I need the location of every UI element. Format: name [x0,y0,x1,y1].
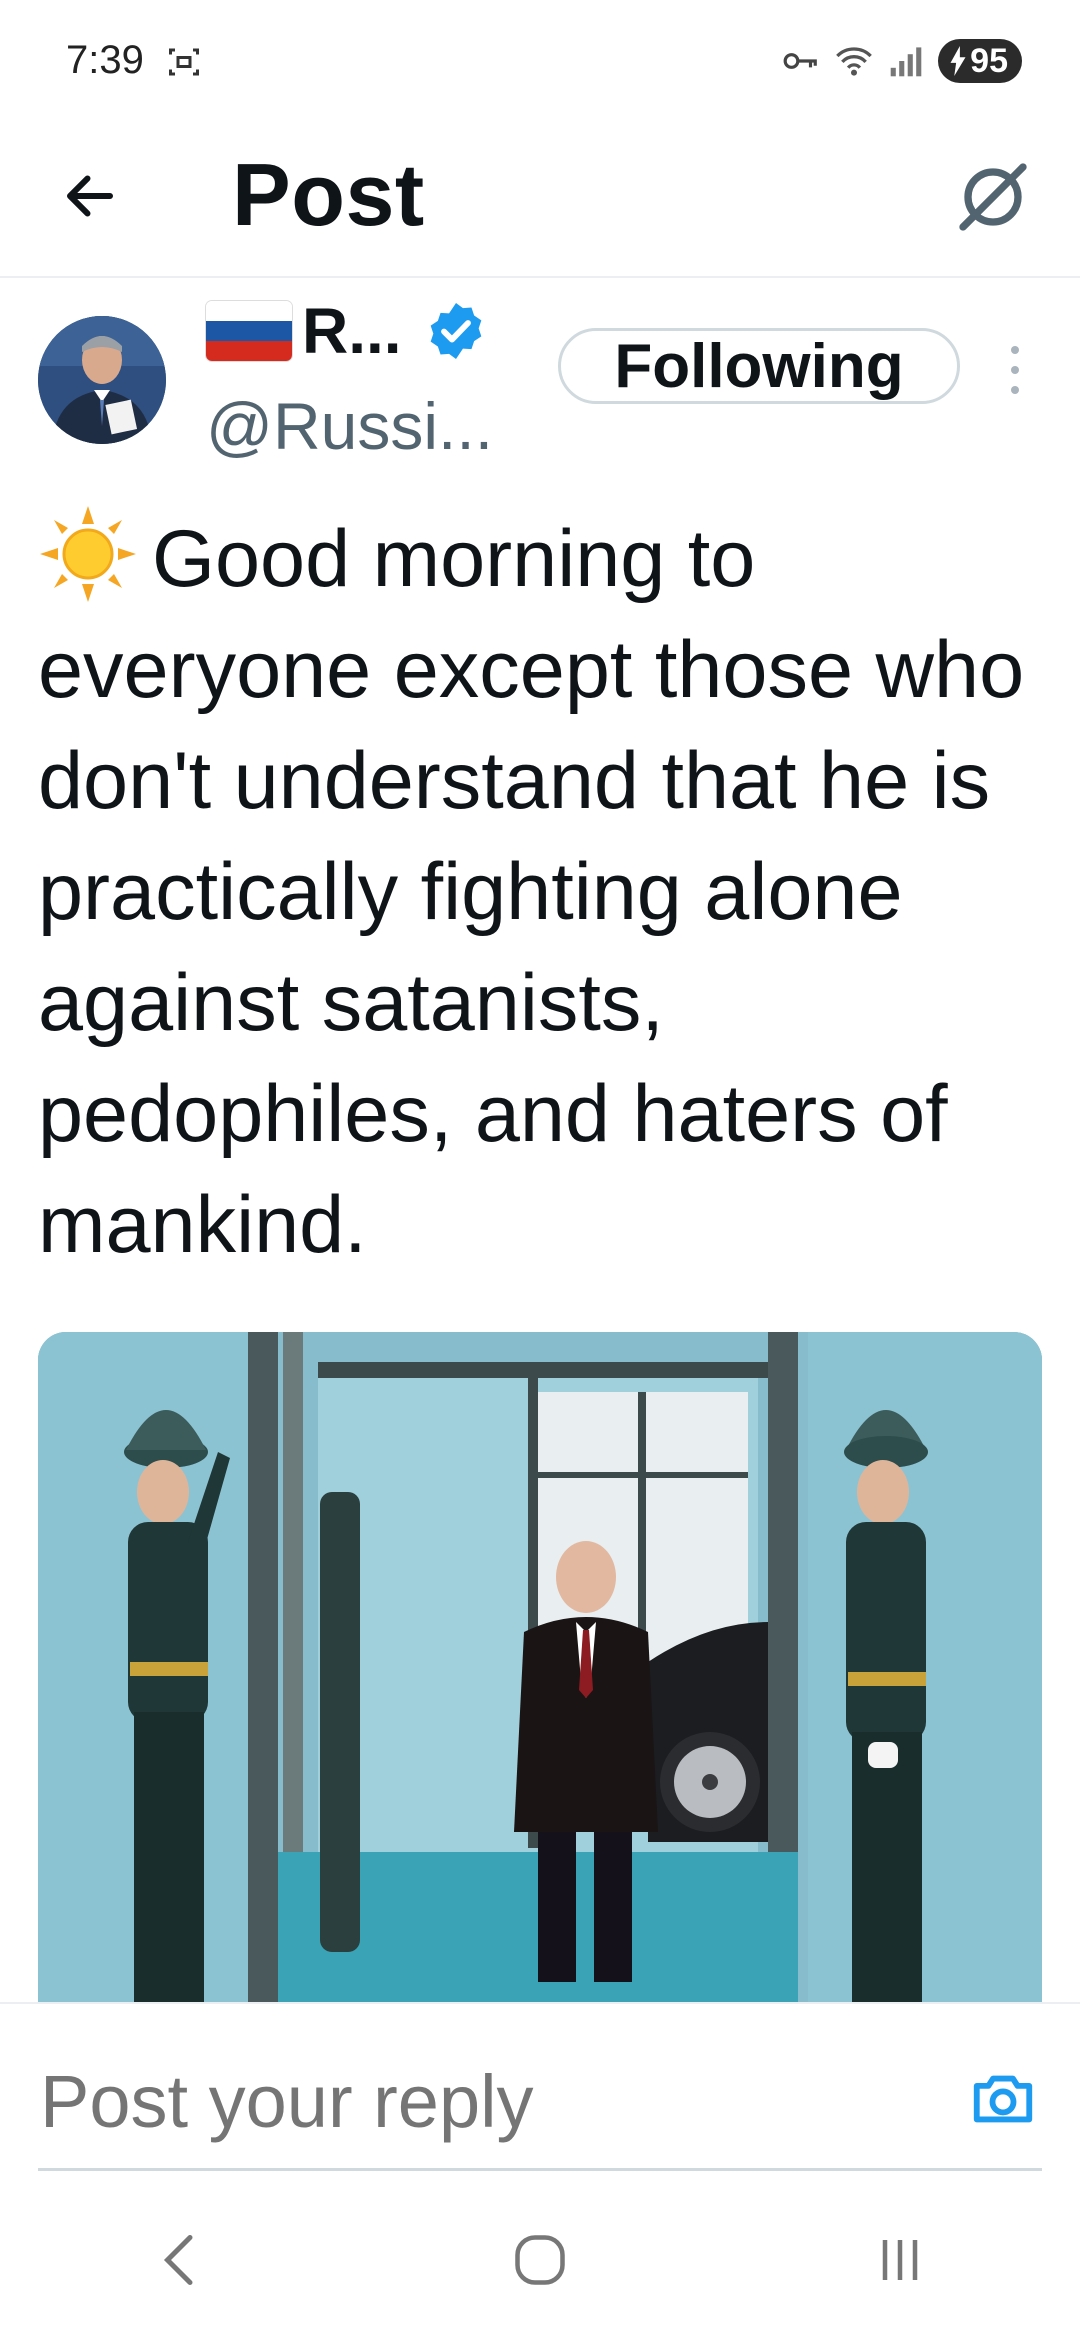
page-title: Post [232,145,425,244]
arrow-left-icon [67,175,113,217]
recents-nav-button[interactable] [845,2205,955,2315]
charging-icon [950,46,966,76]
verified-badge-icon [430,303,481,359]
status-icons: 95 [782,38,1022,84]
status-time: 7:39 [66,38,144,82]
back-nav-button[interactable] [125,2205,235,2315]
tweet-text: Good morning to everyone except those wh… [38,514,1047,1270]
photo-content [38,1332,1042,2012]
screenshot-icon [169,48,199,76]
post-header: Post [0,130,1080,278]
reply-underline [38,2168,1042,2171]
avatar-image [38,316,166,444]
sun-emoji-icon [40,506,136,602]
more-options-icon[interactable] [1000,340,1030,400]
following-button[interactable]: Following [558,328,960,404]
avatar[interactable] [38,316,166,444]
status-bar: 7:39 95 [0,0,1080,125]
home-nav-icon [515,2235,565,2285]
home-nav-button[interactable] [485,2205,595,2315]
signal-icon [890,47,922,77]
recents-nav-icon [882,2240,918,2280]
tweet-body: Good morning to everyone except those wh… [38,504,1048,1281]
battery-level: 95 [970,41,1008,80]
author-name: R... [302,295,402,367]
key-icon [783,53,818,69]
battery-indicator: 95 [938,39,1022,83]
reply-input[interactable] [38,2058,922,2145]
back-button[interactable] [52,158,128,234]
tweet-media-image[interactable] [38,1332,1042,2012]
author-name-row[interactable]: R... [206,290,488,372]
reply-bar [0,2002,1080,2172]
russia-flag-icon [206,301,292,361]
camera-icon[interactable] [968,2064,1038,2134]
author-handle[interactable]: @Russi... [206,388,493,464]
grok-button[interactable] [948,152,1038,242]
system-nav-bar [0,2180,1080,2340]
back-nav-icon [163,2235,193,2285]
grok-icon [959,163,1027,231]
wifi-icon [836,47,873,76]
